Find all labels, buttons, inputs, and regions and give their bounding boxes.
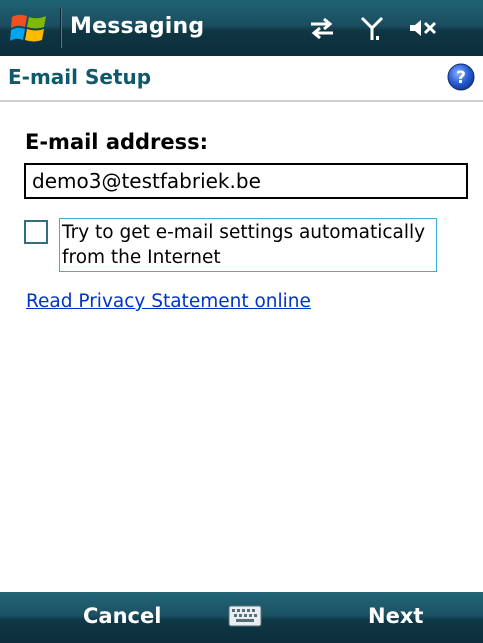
connectivity-arrows-icon[interactable] [307,16,337,40]
windows-flag-icon [10,14,46,42]
screen: Messaging E-mail Setup ? E-mail address:… [0,0,483,643]
auto-settings-label[interactable]: Try to get e-mail settings automatically… [59,218,437,272]
signal-antenna-icon[interactable] [360,16,384,42]
email-address-input[interactable] [24,163,468,199]
page-title: E-mail Setup [8,65,152,89]
page-header: E-mail Setup ? [0,56,483,102]
start-button[interactable] [0,0,60,56]
svg-text:?: ? [456,68,466,88]
keyboard-icon[interactable] [228,603,262,629]
volume-muted-icon[interactable] [408,16,438,40]
help-icon[interactable]: ? [447,63,475,91]
title-divider [60,8,62,48]
next-button[interactable]: Next [368,604,423,628]
email-address-label: E-mail address: [25,130,209,154]
app-title: Messaging [70,14,205,39]
title-bar: Messaging [0,0,483,56]
privacy-statement-link[interactable]: Read Privacy Statement online [26,291,311,312]
cancel-button[interactable]: Cancel [83,604,161,628]
softkey-bar: Cancel Next [0,592,483,643]
auto-settings-checkbox[interactable] [24,220,48,244]
